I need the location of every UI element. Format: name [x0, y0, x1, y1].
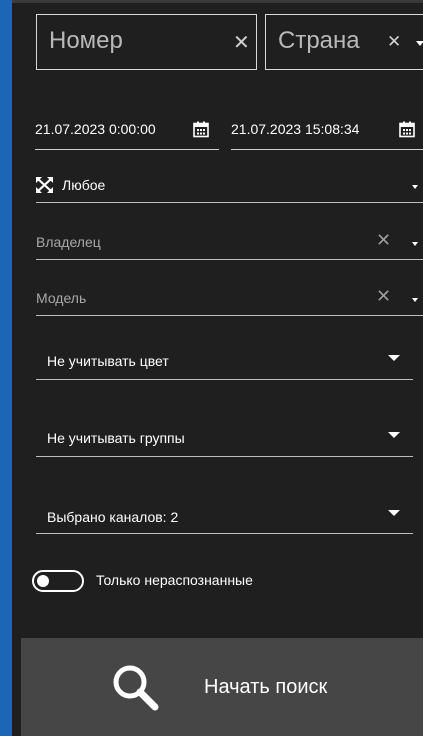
channels-value: Выбрано каналов: 2 — [47, 509, 179, 525]
groups-value: Не учитывать группы — [47, 430, 185, 446]
chevron-down-icon[interactable] — [412, 185, 418, 189]
close-icon[interactable]: ✕ — [387, 32, 401, 52]
chevron-down-icon[interactable] — [412, 242, 418, 246]
date-from-underline — [35, 149, 219, 150]
date-to-field[interactable]: 21.07.2023 15:08:34 — [231, 118, 423, 150]
color-underline — [36, 379, 413, 380]
country-placeholder: Страна — [278, 27, 360, 54]
start-search-button[interactable]: Начать поиск — [21, 638, 423, 736]
toggle-knob — [37, 575, 49, 587]
groups-underline — [36, 456, 413, 457]
chevron-down-icon[interactable] — [388, 355, 400, 361]
channels-select[interactable]: Выбрано каналов: 2 — [36, 500, 413, 534]
date-from-field[interactable]: 21.07.2023 0:00:00 — [35, 118, 219, 150]
calendar-icon[interactable] — [193, 121, 209, 138]
expand-arrows-icon — [36, 177, 53, 193]
close-icon[interactable]: ✕ — [233, 30, 250, 55]
owner-underline — [36, 259, 423, 260]
chevron-down-icon[interactable] — [388, 432, 400, 438]
search-icon — [113, 665, 159, 711]
owner-placeholder: Владелец — [36, 234, 101, 250]
color-value: Не учитывать цвет — [47, 353, 169, 369]
date-to-value: 21.07.2023 15:08:34 — [231, 121, 360, 137]
date-from-value: 21.07.2023 0:00:00 — [35, 121, 156, 137]
chevron-down-icon[interactable] — [416, 41, 423, 46]
start-search-label: Начать поиск — [204, 676, 328, 698]
country-select[interactable]: Страна ✕ — [265, 14, 423, 70]
calendar-icon[interactable] — [399, 121, 415, 138]
chevron-down-icon[interactable] — [412, 298, 418, 302]
direction-select[interactable]: Любое — [36, 176, 423, 203]
close-icon[interactable]: ✕ — [376, 286, 391, 307]
close-icon[interactable]: ✕ — [376, 230, 391, 251]
direction-underline — [36, 202, 423, 203]
number-input[interactable]: Номер ✕ — [36, 14, 257, 70]
only-unrecognized-label: Только нераспознанные — [96, 572, 253, 588]
date-to-underline — [231, 149, 423, 150]
owner-select[interactable]: Владелец ✕ — [36, 230, 423, 260]
direction-value: Любое — [62, 177, 106, 193]
color-select[interactable]: Не учитывать цвет — [36, 346, 413, 380]
chevron-down-icon[interactable] — [388, 510, 400, 516]
model-select[interactable]: Модель ✕ — [36, 286, 423, 316]
window-frame-left — [0, 0, 12, 736]
groups-select[interactable]: Не учитывать группы — [36, 422, 413, 457]
model-placeholder: Модель — [36, 290, 87, 306]
channels-underline — [36, 533, 413, 534]
number-placeholder: Номер — [49, 27, 123, 54]
only-unrecognized-toggle[interactable] — [32, 570, 84, 592]
model-underline — [36, 315, 423, 316]
